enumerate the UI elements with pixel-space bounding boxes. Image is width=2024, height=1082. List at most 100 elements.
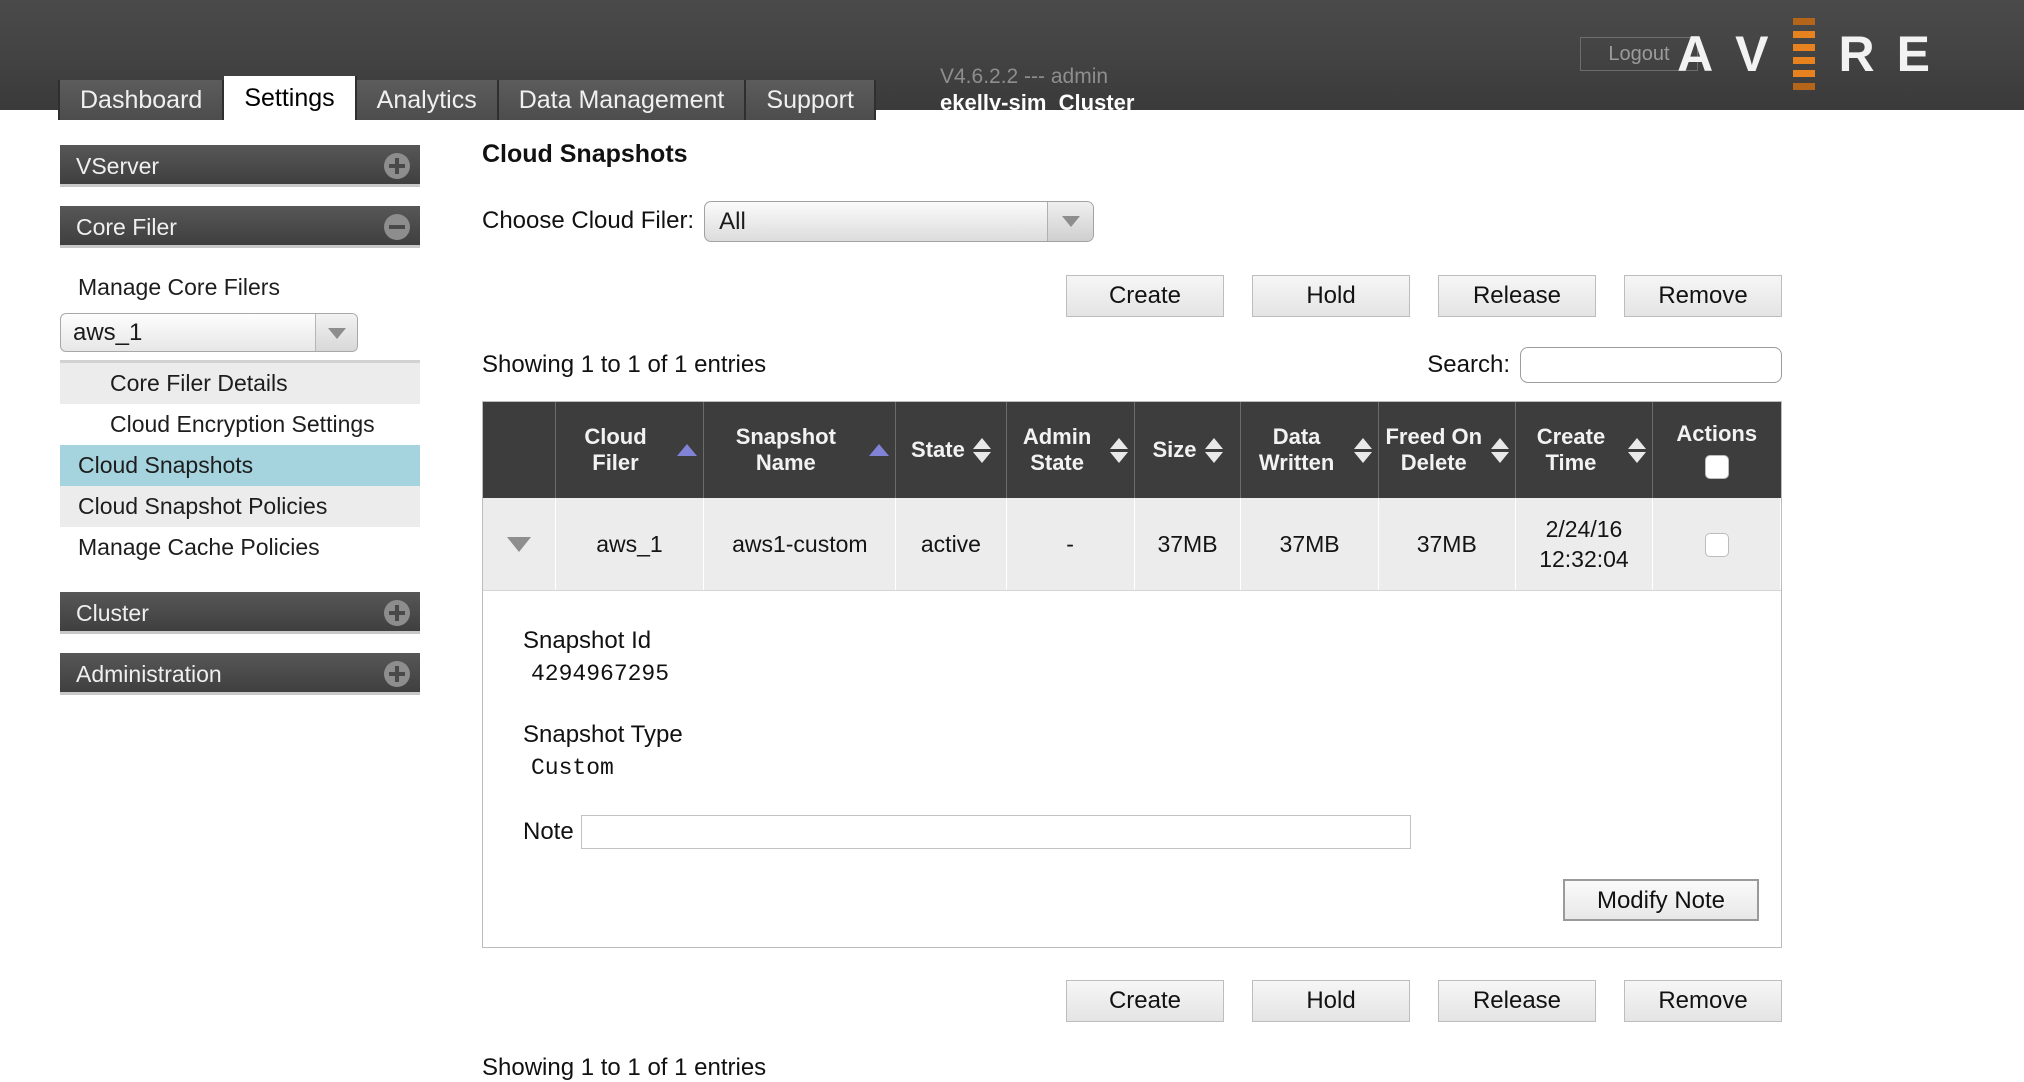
- tab-dashboard[interactable]: Dashboard: [58, 80, 225, 120]
- sidebar-section-core-filer-label: Core Filer: [76, 214, 177, 240]
- plus-circle-icon[interactable]: [384, 661, 410, 687]
- triangle-down-icon[interactable]: [506, 536, 531, 552]
- sidebar-item-cloud-snapshot-policies[interactable]: Cloud Snapshot Policies: [60, 486, 420, 527]
- sort-both-icon: [1204, 437, 1223, 463]
- chevron-down-icon: [327, 327, 346, 339]
- sort-both-icon: [1490, 437, 1509, 463]
- cluster-name-text: ekelly-sim_Cluster: [940, 90, 1135, 115]
- sidebar-section-core-filer[interactable]: Core Filer: [60, 206, 420, 248]
- snapshot-type-label: Snapshot Type: [523, 721, 683, 748]
- snapshots-table-container: Cloud Filer Snapshot Name State Admin St…: [482, 401, 1782, 948]
- cloud-filer-filter-row: Choose Cloud Filer: All: [482, 199, 1782, 243]
- chevron-down-icon: [1061, 216, 1080, 227]
- bottom-action-button-row: Create Hold Release Remove: [482, 980, 1782, 1022]
- note-label: Note: [523, 818, 574, 845]
- top-action-button-row: Create Hold Release Remove: [482, 275, 1782, 317]
- col-create-time[interactable]: Create Time: [1515, 402, 1654, 498]
- cell-actions: [1652, 498, 1781, 590]
- plus-circle-icon[interactable]: [384, 600, 410, 626]
- sidebar-item-cloud-snapshots[interactable]: Cloud Snapshots: [60, 445, 420, 486]
- cell-data-written: 37MB: [1240, 498, 1379, 590]
- col-data-written[interactable]: Data Written: [1240, 402, 1379, 498]
- plus-circle-icon[interactable]: [384, 153, 410, 179]
- sidebar-item-manage-core-filers[interactable]: Manage Core Filers: [60, 267, 420, 308]
- version-cluster-info: V4.6.2.2 --- admin ekelly-sim_Cluster: [940, 64, 1134, 116]
- row-expander-cell[interactable]: [483, 498, 556, 590]
- col-snapshot-name-label: Snapshot Name: [735, 424, 836, 475]
- search-wrapper: Search:: [1427, 347, 1782, 383]
- choose-cloud-filer-select[interactable]: All: [704, 200, 1095, 242]
- logo-letter-a: A: [1677, 26, 1714, 82]
- minus-circle-icon[interactable]: [384, 214, 410, 240]
- main-navigation-tabs: Dashboard Settings Analytics Data Manage…: [58, 76, 876, 120]
- col-actions: Actions: [1652, 402, 1781, 498]
- logo-letter-v: V: [1735, 26, 1769, 82]
- table-row: aws_1 aws1-custom active - 37MB 37MB 37M…: [483, 498, 1781, 590]
- col-admin-state[interactable]: Admin State: [1006, 402, 1135, 498]
- sidebar-section-vserver[interactable]: VServer: [60, 145, 420, 187]
- col-actions-label: Actions: [1676, 420, 1758, 446]
- row-select-checkbox[interactable]: [1704, 533, 1729, 558]
- release-button-bottom[interactable]: Release: [1438, 980, 1596, 1022]
- cell-state: active: [895, 498, 1007, 590]
- settings-sidebar: VServer Core Filer Manage Core Filers aw…: [60, 145, 420, 714]
- choose-cloud-filer-arrow[interactable]: [1047, 201, 1094, 241]
- create-time-date: 2/24/16: [1545, 516, 1623, 542]
- note-input[interactable]: [581, 815, 1411, 849]
- col-expander: [483, 402, 556, 498]
- col-create-time-label: Create Time: [1536, 424, 1606, 475]
- sort-both-icon: [972, 437, 991, 463]
- col-cloud-filer-label: Cloud Filer: [584, 424, 647, 475]
- core-filer-select[interactable]: aws_1: [60, 313, 358, 352]
- sidebar-item-cloud-encryption-settings[interactable]: Cloud Encryption Settings: [60, 404, 420, 445]
- create-time-clock: 12:32:04: [1539, 546, 1629, 572]
- col-size[interactable]: Size: [1134, 402, 1242, 498]
- modify-note-row: Modify Note: [483, 879, 1781, 921]
- table-info-row: Showing 1 to 1 of 1 entries Search:: [482, 343, 1782, 387]
- cell-admin-state: -: [1006, 498, 1135, 590]
- modify-note-button[interactable]: Modify Note: [1563, 879, 1759, 921]
- sidebar-section-cluster[interactable]: Cluster: [60, 592, 420, 634]
- snapshot-detail-panel: Snapshot Id 4294967295 Snapshot Type Cus…: [483, 590, 1781, 947]
- create-button-bottom[interactable]: Create: [1066, 980, 1224, 1022]
- sidebar-item-manage-cache-policies[interactable]: Manage Cache Policies: [60, 527, 420, 568]
- remove-button-top[interactable]: Remove: [1624, 275, 1782, 317]
- col-admin-state-label: Admin State: [1022, 424, 1092, 475]
- sort-asc-active-icon: [869, 444, 890, 456]
- col-cloud-filer[interactable]: Cloud Filer: [555, 402, 705, 498]
- sidebar-section-cluster-label: Cluster: [76, 600, 149, 626]
- logo-letter-r: R: [1838, 26, 1875, 82]
- hold-button-top[interactable]: Hold: [1252, 275, 1410, 317]
- note-row: Note: [523, 815, 1781, 849]
- select-all-checkbox[interactable]: [1704, 455, 1729, 480]
- col-freed-on-delete[interactable]: Freed On Delete: [1378, 402, 1516, 498]
- cell-snapshot-name: aws1-custom: [703, 498, 897, 590]
- hold-button-bottom[interactable]: Hold: [1252, 980, 1410, 1022]
- tab-settings[interactable]: Settings: [224, 76, 357, 120]
- release-button-top[interactable]: Release: [1438, 275, 1596, 317]
- remove-button-bottom[interactable]: Remove: [1624, 980, 1782, 1022]
- snapshot-id-value: 4294967295: [531, 661, 670, 687]
- col-freed-on-delete-label: Freed On Delete: [1385, 424, 1483, 475]
- search-input[interactable]: [1520, 347, 1782, 383]
- sort-both-icon: [1628, 437, 1647, 463]
- snapshots-table: Cloud Filer Snapshot Name State Admin St…: [483, 402, 1781, 590]
- sidebar-section-administration[interactable]: Administration: [60, 653, 420, 695]
- col-size-label: Size: [1152, 437, 1197, 462]
- tab-data-management[interactable]: Data Management: [498, 80, 747, 120]
- sidebar-item-core-filer-details[interactable]: Core Filer Details: [60, 363, 420, 404]
- page-title: Cloud Snapshots: [482, 140, 688, 168]
- col-data-written-label: Data Written: [1258, 424, 1335, 475]
- cell-size: 37MB: [1134, 498, 1242, 590]
- choose-cloud-filer-value: All: [719, 207, 746, 235]
- core-filer-select-arrow[interactable]: [315, 314, 357, 351]
- search-label: Search:: [1427, 351, 1510, 378]
- snapshot-type-value: Custom: [531, 755, 614, 781]
- create-button-top[interactable]: Create: [1066, 275, 1224, 317]
- entries-count-bottom: Showing 1 to 1 of 1 entries: [482, 1054, 767, 1081]
- col-state[interactable]: State: [895, 402, 1007, 498]
- tab-support[interactable]: Support: [746, 80, 876, 120]
- tab-analytics[interactable]: Analytics: [356, 80, 499, 120]
- snapshot-id-label: Snapshot Id: [523, 627, 652, 654]
- col-snapshot-name[interactable]: Snapshot Name: [703, 402, 897, 498]
